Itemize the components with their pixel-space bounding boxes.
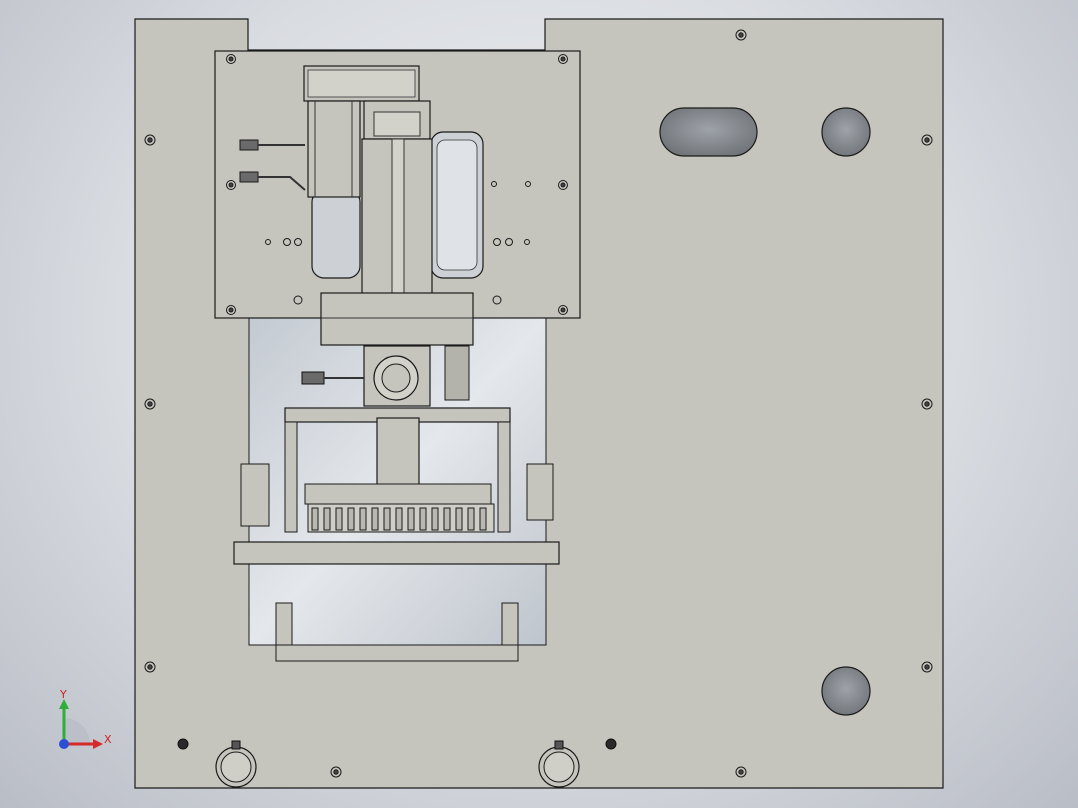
belt-inner-right (436, 139, 478, 271)
z-axis-origin-icon (59, 739, 69, 749)
y-axis-label: Y (59, 688, 67, 701)
x-axis-label: X (104, 733, 112, 746)
tray-post-right (501, 602, 519, 646)
tray-post-left (275, 602, 293, 646)
tray-bracket (275, 644, 519, 662)
slot-hole (659, 107, 758, 157)
side-clamp-left (240, 463, 270, 527)
cad-assembly-model[interactable]: Y X (0, 0, 1078, 808)
round-hole (821, 107, 871, 157)
side-clamp-right (526, 463, 554, 521)
coordinate-triad: Y X (59, 688, 112, 749)
round-hole (821, 666, 871, 716)
gripper-fingers (311, 507, 487, 531)
belt-housing-left (311, 189, 361, 279)
bottom-rail (233, 541, 560, 565)
cad-graphics-viewport[interactable]: Y X (0, 0, 1078, 808)
